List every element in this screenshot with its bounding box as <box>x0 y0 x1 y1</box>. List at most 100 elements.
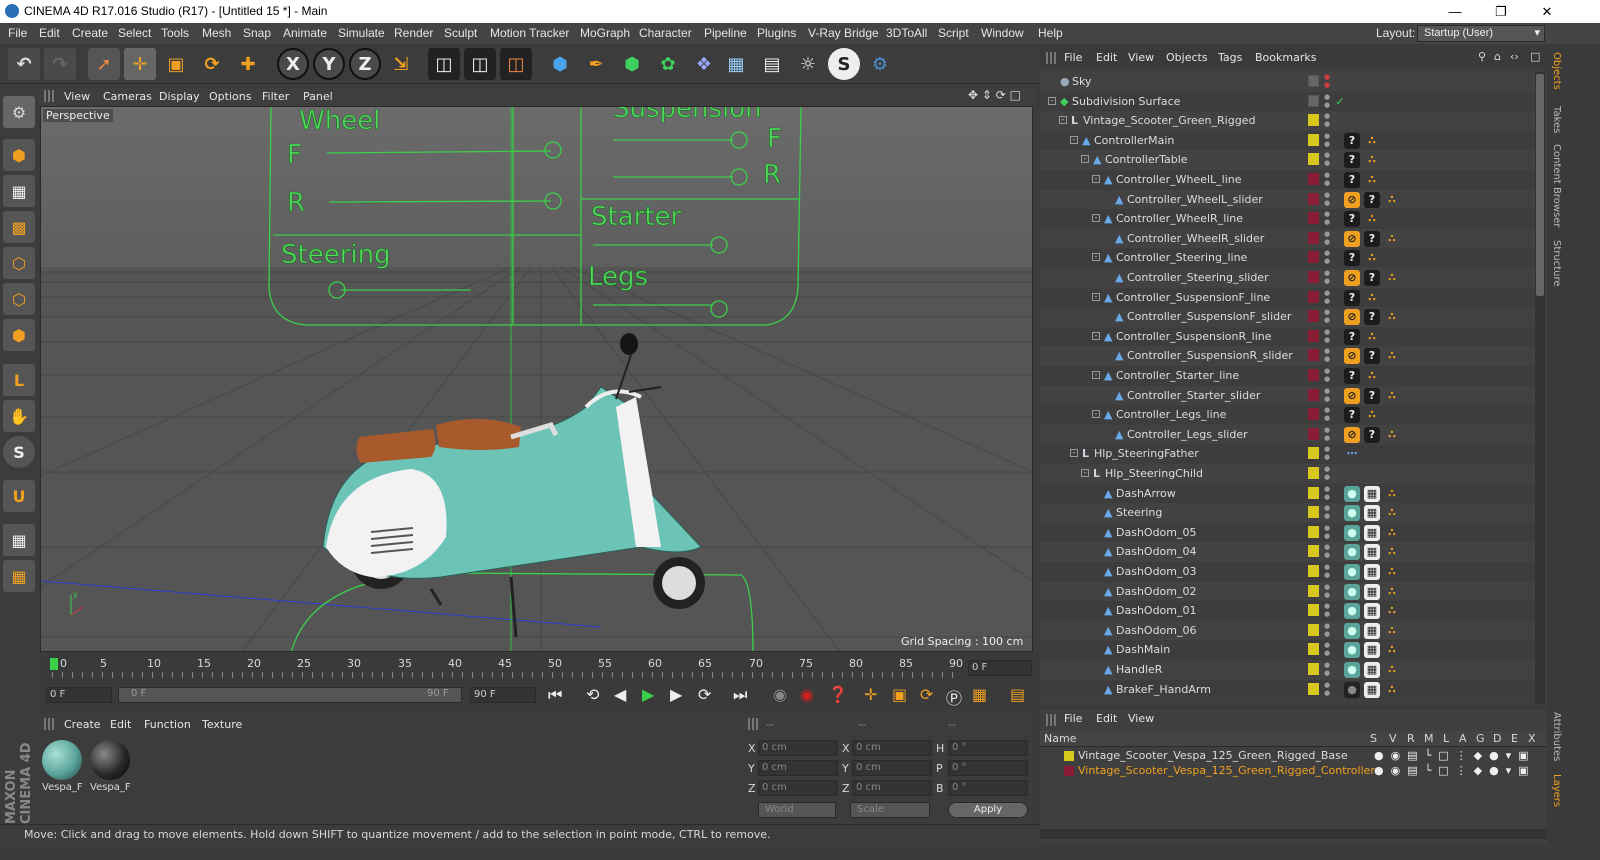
layer-color-swatch[interactable] <box>1308 545 1319 558</box>
menu-character[interactable]: Character <box>639 26 692 40</box>
material-tag-icon[interactable]: ● <box>1344 603 1360 620</box>
constraint-tag-icon[interactable]: ∴ <box>1384 388 1400 404</box>
object-row[interactable]: - ▲ Controller_Starter_line ● ●? ∴ <box>1040 366 1535 386</box>
menu-sculpt[interactable]: Sculpt <box>444 26 477 40</box>
expand-toggle-icon[interactable]: - <box>1092 214 1100 223</box>
layer-color-swatch[interactable] <box>1064 751 1074 761</box>
object-row[interactable]: - ▲ Controller_WheelR_line ● ●? ∴ <box>1040 209 1535 229</box>
layer-name[interactable]: Vintage_Scooter_Vespa_125_Green_Rigged_C… <box>1078 764 1381 777</box>
nav-arrows-icon[interactable]: ‹› <box>1510 50 1519 63</box>
layer-color-swatch[interactable] <box>1308 663 1319 675</box>
size-x-field[interactable]: 0 cm <box>852 740 932 756</box>
phong-tag-icon[interactable]: ∴ <box>1384 603 1400 619</box>
visibility-dots[interactable]: ● ● <box>1324 328 1330 344</box>
undo-icon[interactable]: ↶ <box>8 48 40 80</box>
object-row[interactable]: - ▲ Controller_WheelL_line ● ●? ∴ <box>1040 170 1535 190</box>
viewport-menu-view[interactable]: View <box>64 90 90 103</box>
layer-color-swatch[interactable] <box>1308 173 1319 185</box>
xpresso-tag-icon[interactable]: ? <box>1344 407 1360 424</box>
uvw-tag-icon[interactable]: ▦ <box>1364 544 1380 561</box>
object-row[interactable]: ▲ Controller_Starter_slider ● ● ⊘? ∴ <box>1040 385 1535 406</box>
uvw-tag-icon[interactable]: ▦ <box>1364 681 1380 698</box>
object-name[interactable]: Controller_SuspensionR_slider <box>1127 346 1293 365</box>
visibility-dots[interactable]: ● ● <box>1324 583 1330 599</box>
layer-color-swatch[interactable] <box>1308 467 1319 479</box>
menu-vray-bridge[interactable]: V-Ray Bridge <box>808 26 879 40</box>
move-tool-icon[interactable]: ✛ <box>124 48 156 80</box>
menu-create[interactable]: Create <box>72 26 108 40</box>
phong-tag-icon[interactable]: ∴ <box>1384 505 1400 521</box>
key-pla-icon[interactable]: ▦ <box>972 685 987 704</box>
objects-menu-objects[interactable]: Objects <box>1166 51 1208 64</box>
rotation-p-field[interactable]: 0 ° <box>948 760 1028 776</box>
current-frame-field[interactable]: 0 F <box>968 660 1032 676</box>
visibility-dots[interactable]: ● ● <box>1324 543 1330 559</box>
expand-toggle-icon[interactable]: - <box>1081 155 1089 164</box>
layer-color-swatch[interactable] <box>1308 604 1319 617</box>
visibility-dots[interactable]: ● ● <box>1324 445 1330 461</box>
xpresso-tag-icon[interactable]: ? <box>1364 270 1380 286</box>
viewport-nav-icons[interactable]: ✥ ⇕ ⟳ □ <box>968 88 1021 102</box>
tab-content-browser[interactable]: Content Browser <box>1551 144 1562 227</box>
layer-color-swatch[interactable] <box>1308 525 1319 538</box>
object-name[interactable]: ControllerMain <box>1094 131 1174 150</box>
visibility-dots[interactable]: ● ● <box>1324 485 1330 501</box>
make-editable-icon[interactable]: ⚙ <box>3 96 35 128</box>
go-to-start-icon[interactable]: ⏮ <box>548 685 562 705</box>
apply-button[interactable]: Apply <box>948 802 1028 818</box>
object-row[interactable]: - ▲ Controller_SuspensionR_line ● ●? ∴ <box>1040 326 1535 347</box>
protection-tag-icon[interactable]: ⊘ <box>1344 230 1360 247</box>
key-rotation-icon[interactable]: ⟳ <box>920 685 933 704</box>
protection-tag-icon[interactable]: ⊘ <box>1344 426 1360 443</box>
record-keys-icon[interactable]: ◉ <box>773 685 787 704</box>
axis-mode-icon[interactable]: L <box>3 364 35 396</box>
timeline-window-icon[interactable]: ▤ <box>1010 685 1025 704</box>
object-row[interactable]: ▲ DashOdom_03 ● ● ● ▦ ∴ <box>1040 562 1535 582</box>
material-tag-icon[interactable]: ● <box>1344 564 1360 580</box>
object-row[interactable]: ▲ Controller_Steering_slider ● ● ⊘? ∴ <box>1040 268 1535 288</box>
scrollbar-thumb[interactable] <box>1536 74 1544 296</box>
minimize-button[interactable]: — <box>1432 0 1478 23</box>
expand-toggle-icon[interactable]: - <box>1092 371 1100 379</box>
uvw-tag-icon[interactable]: ▦ <box>1364 485 1380 502</box>
object-name[interactable]: Controller_SuspensionF_slider <box>1127 307 1291 326</box>
visibility-dots[interactable]: ● ● <box>1324 191 1330 207</box>
xpresso-tag-icon[interactable]: ? <box>1364 191 1380 208</box>
object-name[interactable]: Controller_Starter_slider <box>1127 386 1260 405</box>
object-row[interactable]: ▲ HandleR ● ● ● ▦ ∴ <box>1040 660 1535 680</box>
visibility-dots[interactable]: ● ● <box>1324 661 1330 677</box>
next-key-icon[interactable]: ⟳ <box>698 685 711 704</box>
go-to-end-icon[interactable]: ⏭ <box>733 685 747 705</box>
keyframe-selection-icon[interactable]: ❓ <box>828 685 848 704</box>
object-name[interactable]: Controller_WheelR_line <box>1116 209 1243 228</box>
visibility-dots[interactable]: ● ● <box>1324 151 1330 167</box>
menu-plugins[interactable]: Plugins <box>757 26 796 40</box>
python-icon[interactable]: ⚙ <box>864 48 896 80</box>
visibility-dots[interactable]: ● ● <box>1324 347 1330 363</box>
object-name[interactable]: DashOdom_05 <box>1116 523 1197 542</box>
xpresso-tag-icon[interactable]: ? <box>1344 368 1360 384</box>
object-scrollbar[interactable] <box>1535 72 1545 704</box>
xpresso-tag-icon[interactable]: ? <box>1344 289 1360 306</box>
layer-color-swatch[interactable] <box>1308 75 1319 87</box>
uvw-tag-icon[interactable]: ▦ <box>1364 524 1380 541</box>
uvw-tag-icon[interactable]: ▦ <box>1364 505 1380 522</box>
visibility-dots[interactable]: ● ● <box>1324 387 1330 403</box>
menu-animate[interactable]: Animate <box>283 26 327 40</box>
maximize-button[interactable]: ❐ <box>1478 0 1524 23</box>
object-name[interactable]: Vintage_Scooter_Green_Rigged <box>1083 111 1255 130</box>
uvw-tag-icon[interactable]: ▦ <box>1364 583 1380 600</box>
object-row[interactable]: ▲ BrakeF_HandArm ● ● ● ▦ ∴ <box>1040 679 1535 700</box>
start-frame-field[interactable]: 0 F <box>46 687 112 703</box>
viewport-menu-panel[interactable]: Panel <box>303 90 333 103</box>
x-axis-lock-icon[interactable]: X <box>277 48 309 80</box>
expand-toggle-icon[interactable]: - <box>1070 135 1078 144</box>
uvw-tag-icon[interactable]: ▦ <box>1364 662 1380 678</box>
xpresso-tag-icon[interactable]: ? <box>1344 172 1360 188</box>
object-name[interactable]: Controller_Steering_slider <box>1127 268 1269 287</box>
constraint-tag-icon[interactable]: ∴ <box>1384 427 1400 443</box>
model-mode-icon[interactable]: ⬢ <box>3 139 35 171</box>
object-name[interactable]: Controller_Steering_line <box>1116 248 1247 267</box>
planar-workplane-icon[interactable]: ▦ <box>3 560 35 592</box>
new-window-icon[interactable]: □ <box>1530 50 1540 63</box>
